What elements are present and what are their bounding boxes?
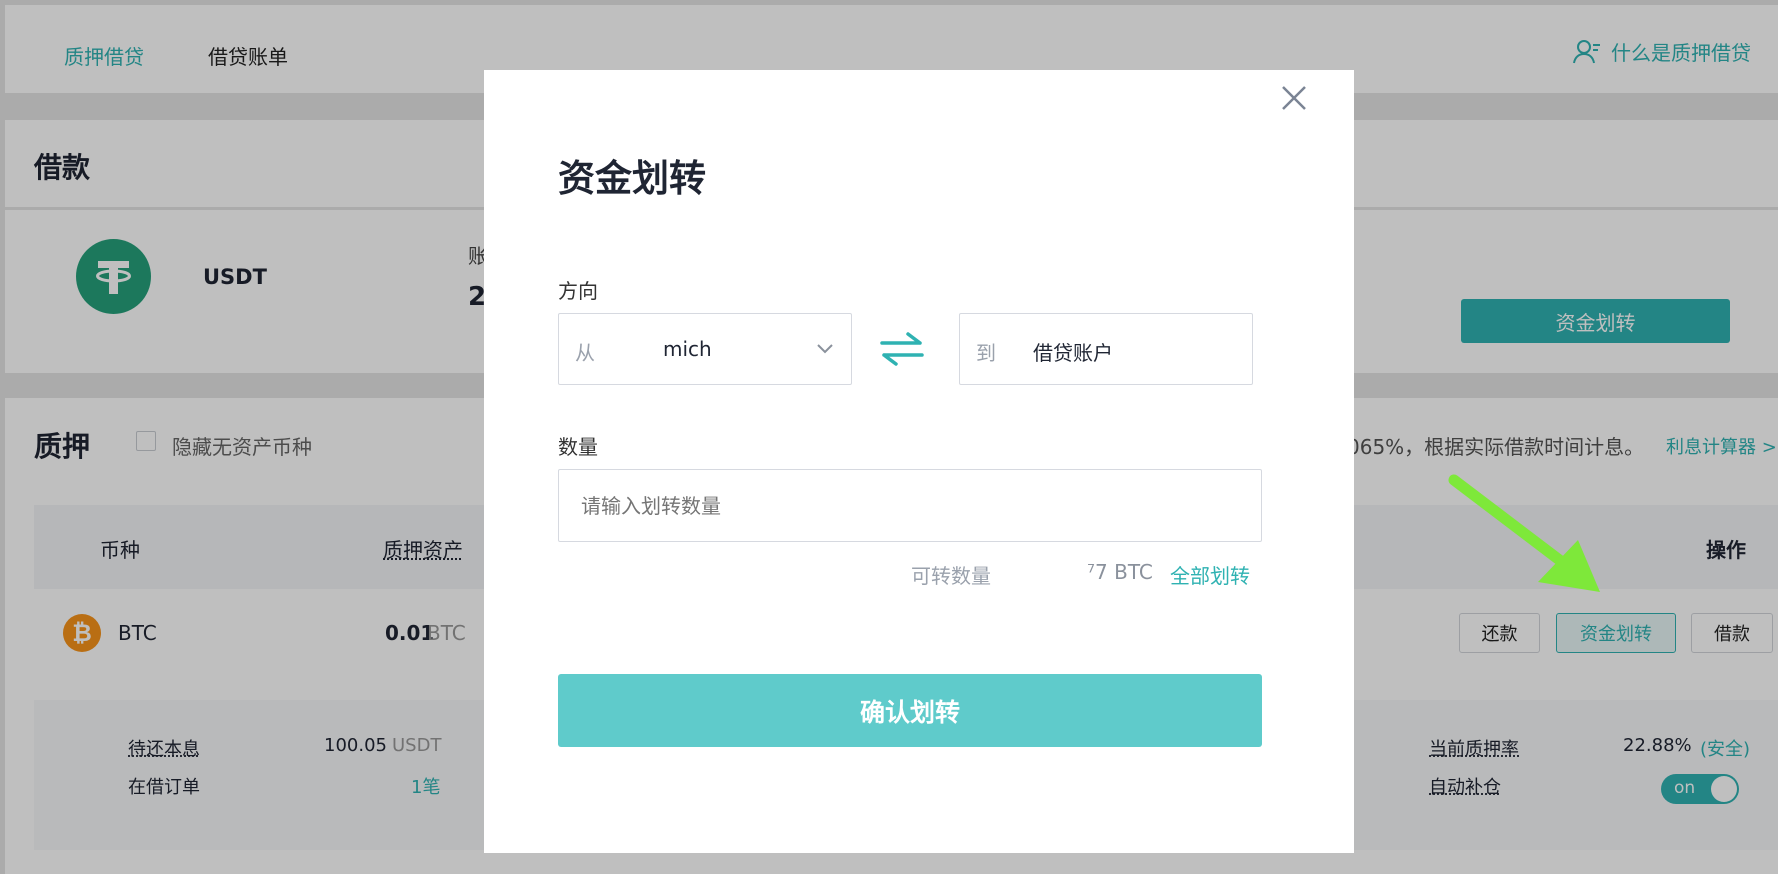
amount-input[interactable]: [558, 469, 1262, 542]
transfer-all-link[interactable]: 全部划转: [1170, 560, 1250, 589]
to-prefix: 到: [976, 341, 996, 365]
direction-label: 方向: [558, 279, 598, 303]
to-value: 借贷账户: [1033, 341, 1113, 365]
close-icon[interactable]: [1280, 84, 1308, 112]
transfer-modal: 资金划转 方向 从 mich 到 借贷账户 数量 可转数量 ⁷7 BTC 全部划…: [484, 70, 1354, 853]
from-account-select[interactable]: 从 mich: [558, 313, 852, 385]
from-prefix: 从: [575, 341, 595, 365]
confirm-transfer-button[interactable]: 确认划转: [558, 674, 1262, 747]
to-account-field[interactable]: 到 借贷账户: [959, 313, 1253, 385]
chevron-down-icon: [817, 344, 833, 354]
available-value: ⁷7 BTC: [1087, 560, 1153, 584]
annotation-arrow-icon: [1448, 474, 1600, 592]
amount-label: 数量: [558, 435, 598, 459]
available-label: 可转数量: [911, 564, 991, 588]
swap-direction-icon[interactable]: [878, 331, 926, 367]
modal-title: 资金划转: [558, 157, 706, 200]
from-value: mich: [663, 337, 712, 361]
